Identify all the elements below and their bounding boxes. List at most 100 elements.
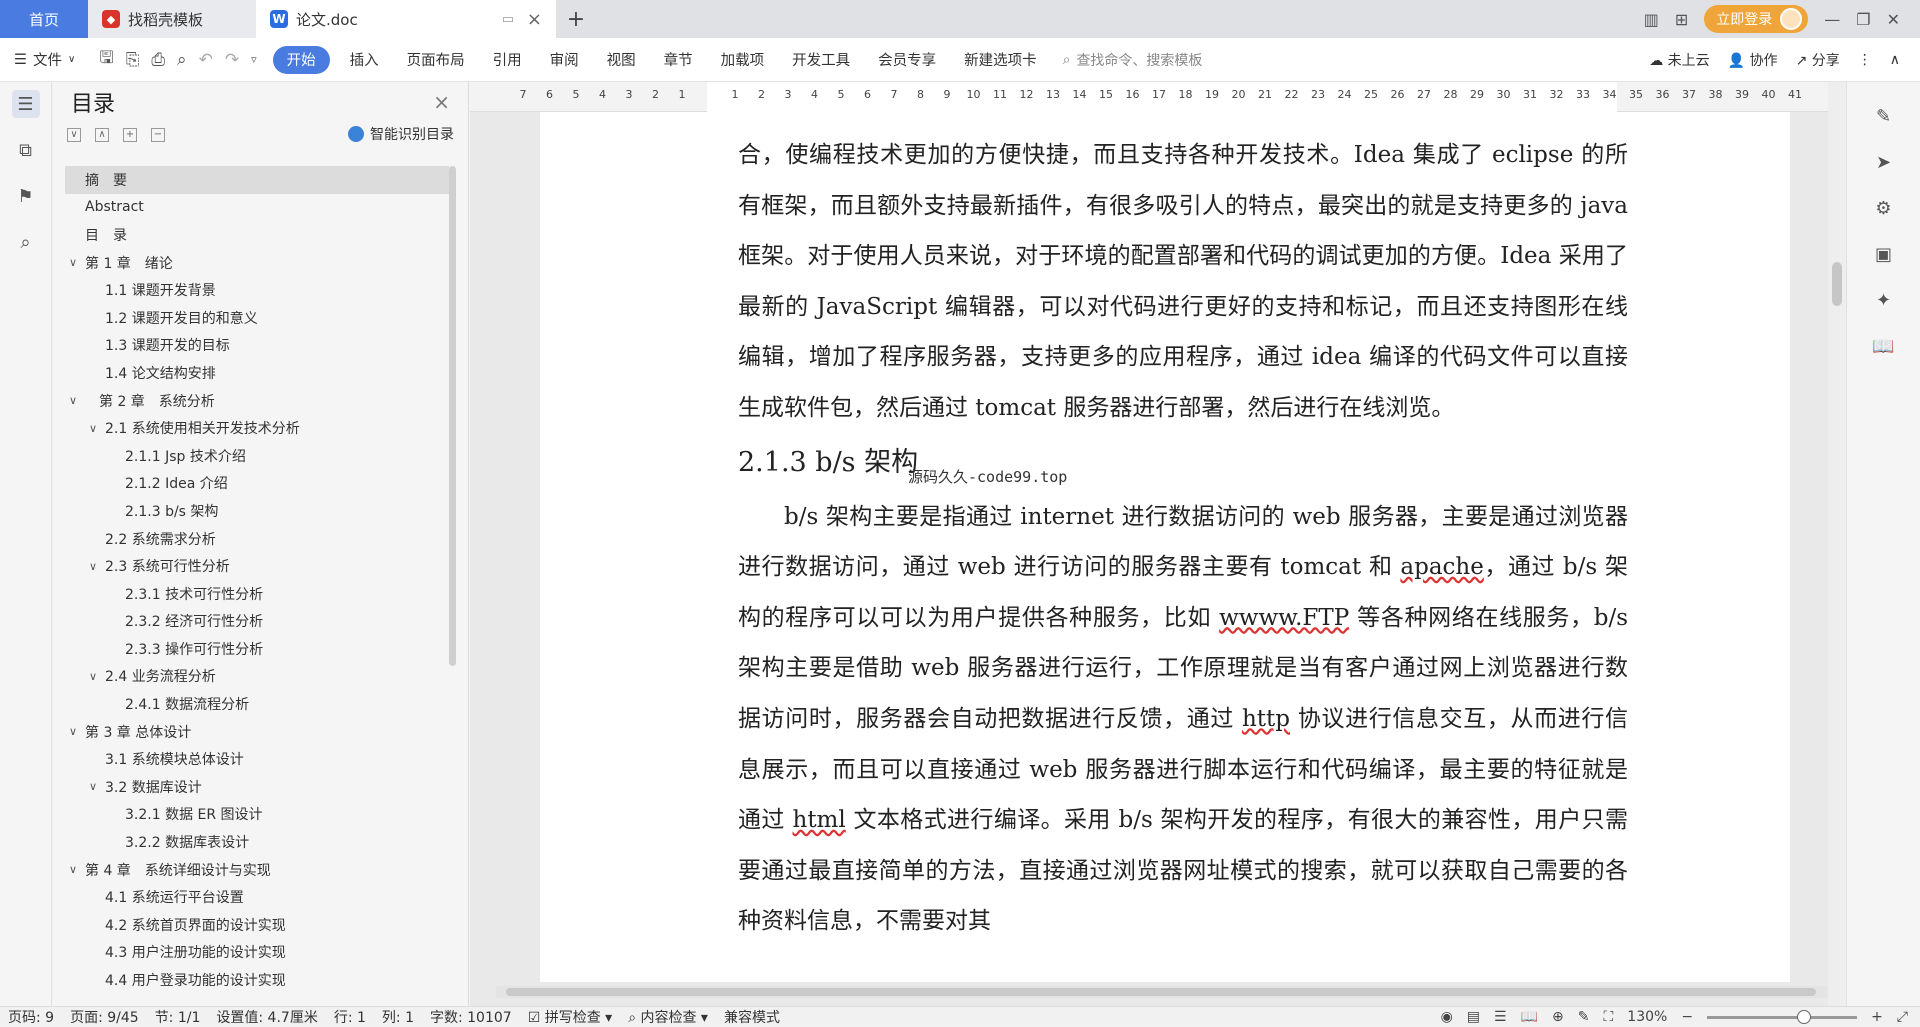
ai-icon[interactable]: ✦ <box>1870 286 1898 314</box>
vertical-scroll-thumb[interactable] <box>1832 262 1842 306</box>
adjust-icon[interactable]: ⚙ <box>1870 194 1898 222</box>
menu-new-tab[interactable]: 新建选项卡 <box>950 38 1051 82</box>
cloud-status[interactable]: ☁ 未上云 <box>1649 50 1709 70</box>
toc-item[interactable]: 4.4 用户登录功能的设计实现 <box>65 966 449 986</box>
dock-icon[interactable]: ▭ <box>502 12 514 27</box>
smart-toc-button[interactable]: 智能识别目录 <box>348 124 454 144</box>
redo-icon[interactable]: ↷ <box>225 50 239 70</box>
toc-item[interactable]: 2.1.1 Jsp 技术介绍 <box>65 442 449 470</box>
chevron-down-icon[interactable]: ∨ <box>85 560 101 573</box>
tab-document[interactable]: W 论文.doc ▭ × <box>256 0 556 38</box>
toc-item[interactable]: 3.2.1 数据 ER 图设计 <box>65 801 449 829</box>
zoom-in-icon[interactable]: + <box>1871 1009 1883 1025</box>
menu-references[interactable]: 引用 <box>479 38 536 82</box>
zoom-out-icon[interactable]: − <box>1681 1009 1693 1025</box>
zoom-slider[interactable] <box>1707 1009 1858 1024</box>
collapse-all-icon[interactable]: ∨ <box>67 128 81 142</box>
new-tab-button[interactable]: + <box>556 0 596 38</box>
chevron-down-icon[interactable]: ∨ <box>85 422 101 435</box>
pen-icon[interactable]: ✎ <box>1870 102 1898 130</box>
read-view-icon[interactable]: 📖 <box>1521 1009 1538 1025</box>
chevron-down-icon[interactable]: ∨ <box>85 670 101 683</box>
toc-item[interactable]: 2.4.1 数据流程分析 <box>65 690 449 718</box>
toc-item[interactable]: 3.2.2 数据库表设计 <box>65 828 449 856</box>
chevron-down-icon[interactable]: ∨ <box>85 780 101 793</box>
tab-home[interactable]: 首页 <box>0 0 88 38</box>
pointer-icon[interactable]: ➤ <box>1870 148 1898 176</box>
status-page[interactable]: 页面: 9/45 <box>62 1007 147 1027</box>
toc-item[interactable]: 2.3.3 操作可行性分析 <box>65 635 449 663</box>
undo-icon[interactable]: ↶ <box>199 50 213 70</box>
chevron-down-icon[interactable]: ∨ <box>65 256 81 269</box>
more-icon[interactable]: ⋮ <box>1858 52 1872 68</box>
toc-item[interactable]: 摘 要 <box>65 166 449 194</box>
close-window-icon[interactable]: ✕ <box>1887 10 1900 29</box>
toc-item[interactable]: 1.4 论文结构安排 <box>65 359 449 387</box>
menu-review[interactable]: 审阅 <box>536 38 593 82</box>
toc-item[interactable]: 4.1 系统运行平台设置 <box>65 883 449 911</box>
expand-up-icon[interactable]: ∧ <box>95 128 109 142</box>
toc-item[interactable]: 1.2 课题开发目的和意义 <box>65 304 449 332</box>
toc-item[interactable]: ∨ 第 2 章 系统分析 <box>65 387 449 415</box>
toc-item[interactable]: 4.2 系统首页界面的设计实现 <box>65 911 449 939</box>
menu-developer[interactable]: 开发工具 <box>778 38 864 82</box>
chevron-down-icon[interactable]: ∨ <box>65 394 81 407</box>
minimize-icon[interactable]: — <box>1824 10 1840 29</box>
command-search[interactable]: ⌕ 查找命令、搜索模板 <box>1063 50 1203 70</box>
toc-item[interactable]: 2.3.1 技术可行性分析 <box>65 580 449 608</box>
status-page-code[interactable]: 页码: 9 <box>0 1007 62 1027</box>
save-icon[interactable]: 🖫 <box>99 45 113 74</box>
document-page[interactable]: 合，使编程技术更加的方便快捷，而且支持各种开发技术。Idea 集成了 eclip… <box>540 112 1790 982</box>
share-button[interactable]: ↗ 分享 <box>1796 50 1840 70</box>
toc-item[interactable]: ∨ 第 4 章 系统详细设计与实现 <box>65 856 449 884</box>
horizontal-ruler[interactable]: 7 6 5 4 3 2 1 1 2 3 4 5 6 7 8 9 10 11 12 13 14 15 16 17 18 19 20 21… <box>470 82 1846 112</box>
toc-item[interactable]: 2.2 系统需求分析 <box>65 525 449 553</box>
toc-item[interactable]: ∨ 第 1 章 绪论 <box>65 249 449 277</box>
document-body[interactable]: 合，使编程技术更加的方便快捷，而且支持各种开发技术。Idea 集成了 eclip… <box>738 130 1628 947</box>
toc-item[interactable]: ∨ 2.3 系统可行性分析 <box>65 552 449 580</box>
export-icon[interactable]: ⎘ <box>126 50 140 70</box>
menu-insert[interactable]: 插入 <box>336 38 393 82</box>
toc-item[interactable]: 2.3.2 经济可行性分析 <box>65 608 449 636</box>
menu-start[interactable]: 开始 <box>272 45 330 74</box>
toc-item[interactable]: ∨ 第 3 章 总体设计 <box>65 718 449 746</box>
zoom-slider-knob[interactable] <box>1797 1009 1812 1024</box>
collapse-ribbon-icon[interactable]: ∧ <box>1890 52 1900 68</box>
vertical-scrollbar[interactable] <box>1828 82 1846 1006</box>
toc-item[interactable]: ∨ 2.1 系统使用相关开发技术分析 <box>65 414 449 442</box>
chevron-down-icon[interactable]: ∨ <box>65 863 81 876</box>
horizontal-scrollbar[interactable] <box>496 986 1836 998</box>
restore-icon[interactable]: ❐ <box>1856 10 1870 29</box>
menu-addins[interactable]: 加载项 <box>707 38 779 82</box>
login-button[interactable]: 立即登录 <box>1704 5 1809 33</box>
book-icon[interactable]: 📖 <box>1870 332 1898 360</box>
outline-view-icon[interactable]: ☰ <box>1494 1009 1507 1025</box>
eye-icon[interactable]: ◉ <box>1441 1009 1453 1025</box>
content-check-button[interactable]: ⌕ 内容检查 ▾ <box>620 1007 716 1027</box>
find-icon[interactable]: ⌕ <box>12 228 40 256</box>
toc-scrollbar[interactable] <box>449 166 456 666</box>
zoom-level[interactable]: 130% <box>1627 1009 1667 1025</box>
more-quick-icon[interactable]: ▿ <box>251 53 257 66</box>
toc-item[interactable]: 1.1 课题开发背景 <box>65 276 449 304</box>
spell-check-button[interactable]: ☑ 拼写检查 ▾ <box>520 1007 621 1027</box>
print-icon[interactable]: ⎙ <box>151 50 165 70</box>
fullscreen-icon[interactable]: ⤢ <box>1897 1009 1908 1025</box>
toc-item[interactable]: 4.3 用户注册功能的设计实现 <box>65 939 449 967</box>
preview-icon[interactable]: ⌕ <box>177 50 187 70</box>
toc-item[interactable]: 3.1 系统模块总体设计 <box>65 745 449 773</box>
collab-button[interactable]: 👤 协作 <box>1728 50 1778 70</box>
status-words[interactable]: 字数: 10107 <box>422 1007 520 1027</box>
horizontal-scroll-thumb[interactable] <box>506 988 1816 996</box>
menu-layout[interactable]: 页面布局 <box>393 38 479 82</box>
menu-chapter[interactable]: 章节 <box>650 38 707 82</box>
toc-item[interactable]: ∨ 2.4 业务流程分析 <box>65 663 449 691</box>
navigation-icon[interactable]: ⧉ <box>12 136 40 164</box>
file-menu[interactable]: ☰ 文件 ∨ <box>0 38 89 82</box>
toc-item[interactable]: 目 录 <box>65 221 449 249</box>
apps-grid-icon[interactable]: ⊞ <box>1675 10 1688 29</box>
menu-member[interactable]: 会员专享 <box>864 38 950 82</box>
web-view-icon[interactable]: ⊕ <box>1552 1009 1564 1025</box>
toc-item[interactable]: ∨ 3.2 数据库设计 <box>65 773 449 801</box>
bookmark-icon[interactable]: ⚑ <box>12 182 40 210</box>
